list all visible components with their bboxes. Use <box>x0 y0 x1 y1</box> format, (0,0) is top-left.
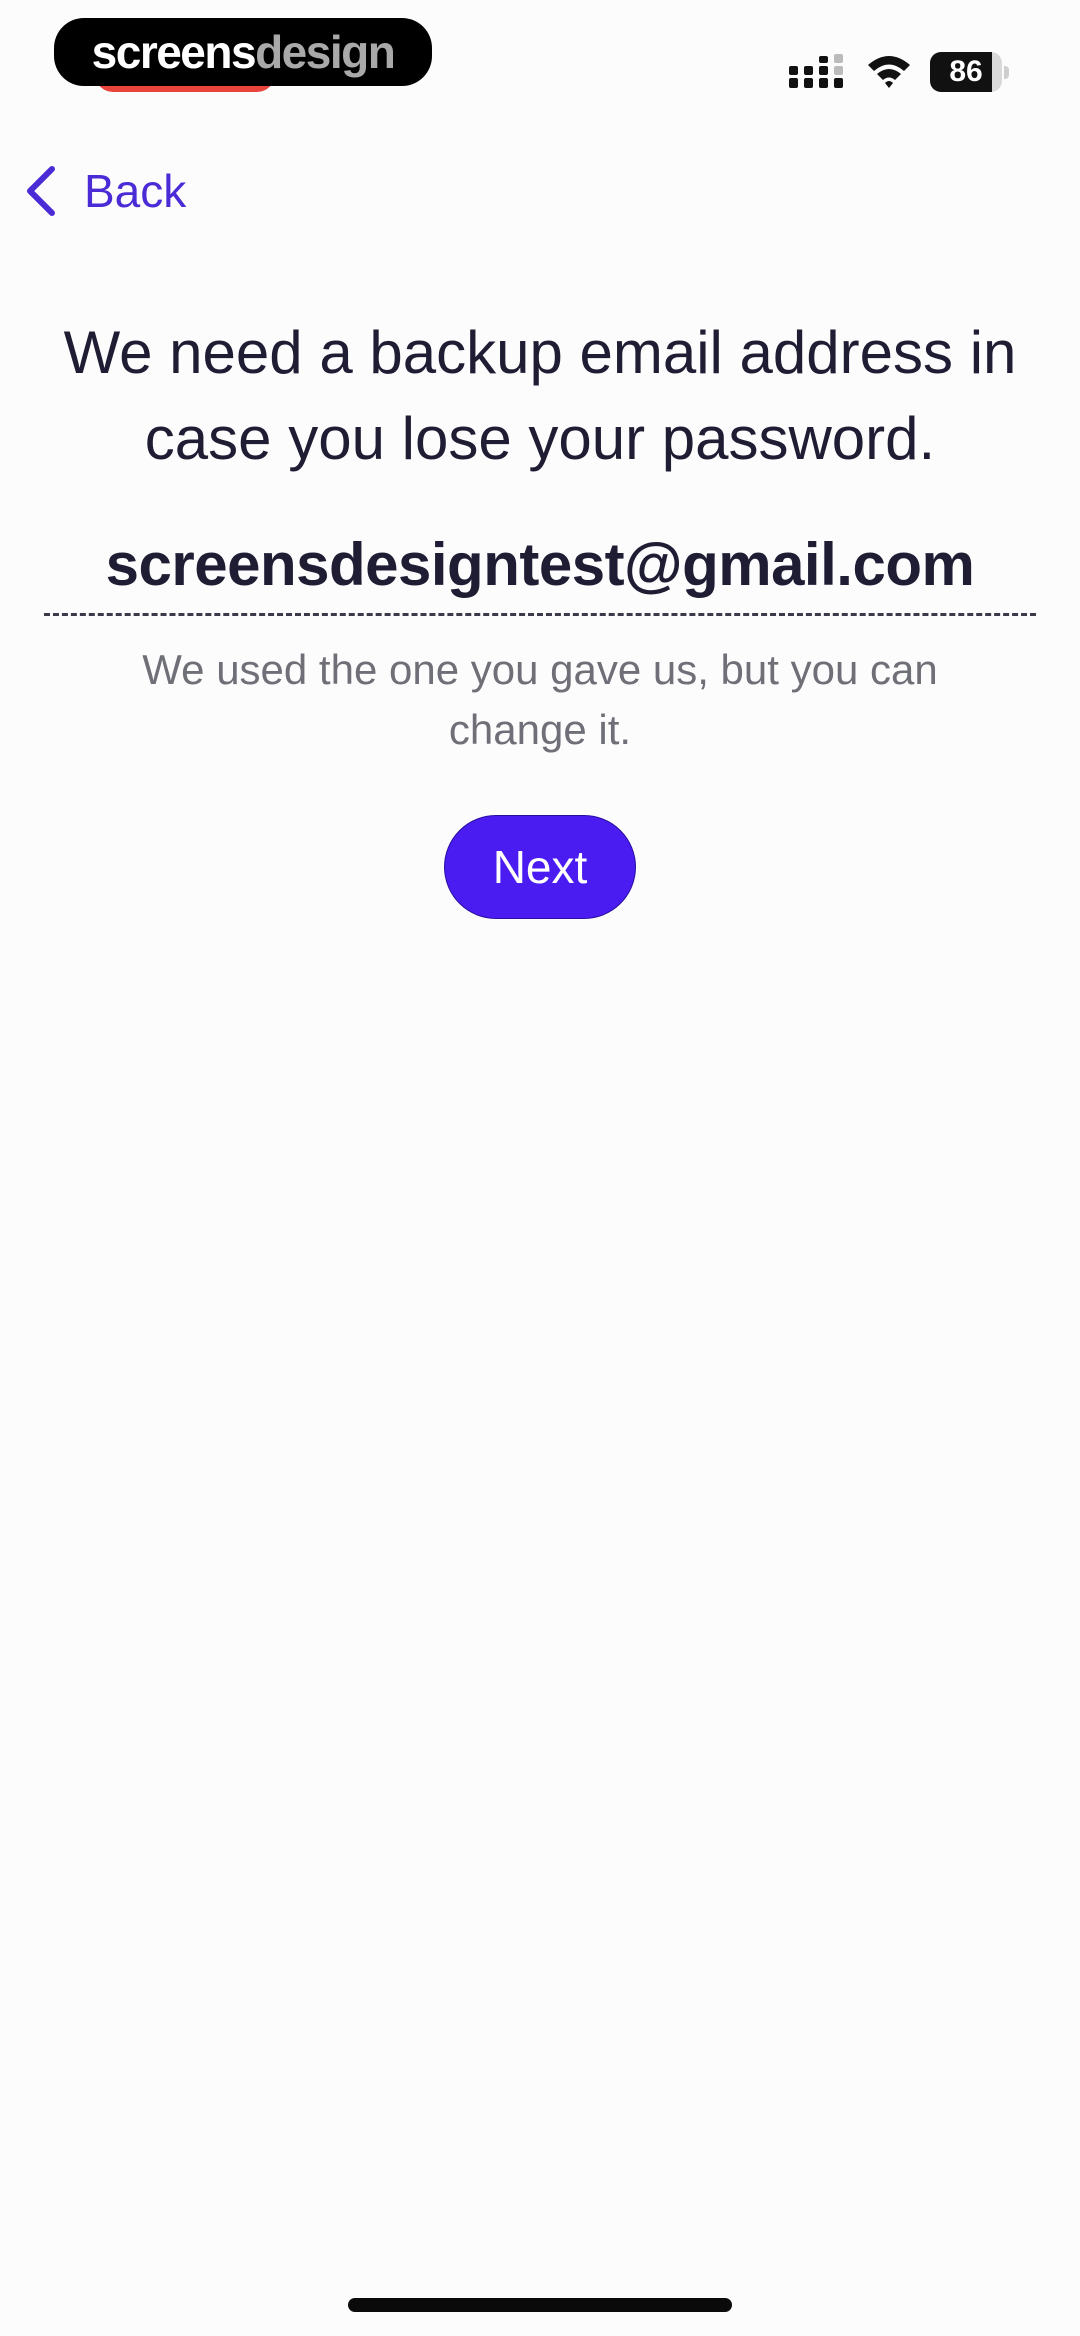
battery-icon: 86 <box>930 52 1010 92</box>
cellular-signal-icon <box>789 54 843 88</box>
helper-text: We used the one you gave us, but you can… <box>142 646 938 753</box>
battery-level-text: 86 <box>949 55 983 88</box>
wifi-icon <box>868 56 910 88</box>
page-title: We need a backup email address in case y… <box>63 319 1017 472</box>
next-button[interactable]: Next <box>444 815 636 919</box>
back-button[interactable]: Back <box>22 158 186 224</box>
watermark-text-part2: design <box>255 26 396 78</box>
watermark-logo: screens design <box>54 18 432 86</box>
backup-email-field[interactable] <box>44 515 1036 616</box>
back-label: Back <box>84 165 187 217</box>
watermark-text-part1: screens <box>91 26 257 78</box>
battery-body: 86 <box>930 52 1002 92</box>
status-bar: screens design 86 <box>0 0 1080 110</box>
home-indicator <box>348 2298 732 2312</box>
battery-cap <box>1004 66 1009 79</box>
chevron-left-icon <box>27 166 55 216</box>
